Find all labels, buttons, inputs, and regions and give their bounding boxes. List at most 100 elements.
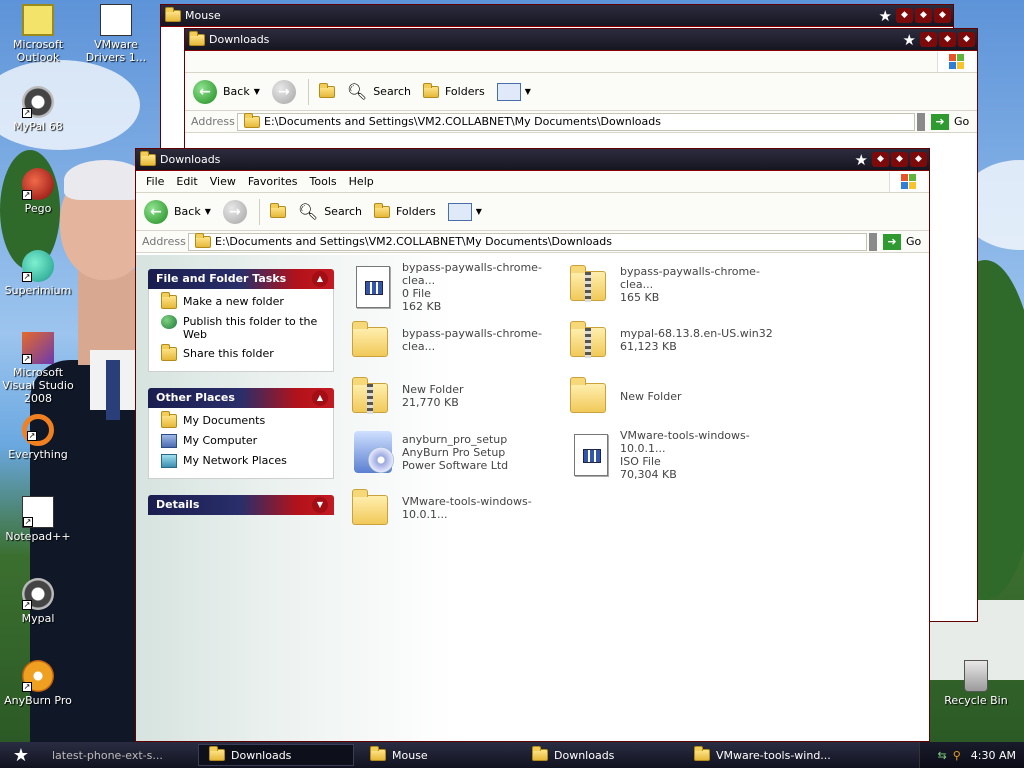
close-button[interactable]: ◆ bbox=[910, 152, 927, 167]
desktop-icon-visual-studio[interactable]: ↗ Microsoft Visual Studio 2008 bbox=[0, 332, 76, 405]
minimize-button[interactable]: ◆ bbox=[872, 152, 889, 167]
divider bbox=[258, 198, 260, 225]
task-share-folder[interactable]: Share this folder bbox=[161, 344, 325, 361]
folder-icon bbox=[140, 150, 156, 166]
star-icon: ★ bbox=[12, 744, 30, 766]
maximize-button[interactable]: ◆ bbox=[915, 8, 932, 23]
task-publish-folder[interactable]: Publish this folder to the Web bbox=[161, 315, 325, 341]
menu-edit[interactable]: Edit bbox=[170, 175, 203, 188]
search-tray-icon[interactable]: ⚲ bbox=[953, 749, 961, 762]
window-downloads[interactable]: Downloads ★ ◆ ◆ ◆ File Edit View Favorit… bbox=[135, 148, 930, 742]
desktop-icon-vmware-drivers[interactable]: VMware Drivers 1... bbox=[78, 4, 154, 64]
other-places-header[interactable]: Other Places ▲ bbox=[148, 388, 334, 408]
minimize-button[interactable]: ◆ bbox=[896, 8, 913, 23]
up-button[interactable] bbox=[269, 202, 286, 218]
desktop-icon-pego[interactable]: ↗ Pego bbox=[0, 168, 76, 215]
desktop-icon-mypal68[interactable]: ↗ MyPal 68 bbox=[0, 86, 76, 133]
maximize-button[interactable]: ◆ bbox=[939, 32, 956, 47]
file-folder-tasks-panel: Make a new folder Publish this folder to… bbox=[148, 289, 334, 372]
taskbar: ★ latest-phone-ext-s... Downloads Mouse … bbox=[0, 742, 1024, 768]
minimize-button[interactable]: ◆ bbox=[920, 32, 937, 47]
place-my-network-places[interactable]: My Network Places bbox=[161, 454, 325, 468]
search-label: Search bbox=[324, 205, 362, 218]
close-button[interactable]: ◆ bbox=[934, 8, 951, 23]
address-dropdown[interactable] bbox=[917, 112, 925, 131]
back-button[interactable]: ← Back ▼ bbox=[144, 199, 211, 224]
task-make-new-folder[interactable]: Make a new folder bbox=[161, 292, 325, 309]
place-my-computer[interactable]: My Computer bbox=[161, 434, 325, 448]
file-name: mypal-68.13.8.en-US.win32 bbox=[620, 327, 773, 340]
details-header[interactable]: Details ▼ bbox=[148, 495, 334, 515]
folder-icon bbox=[532, 746, 548, 761]
place-label: My Computer bbox=[183, 434, 258, 447]
desktop-icon-label: Recycle Bin bbox=[944, 694, 1008, 707]
taskbar-button-downloads-active[interactable]: Downloads bbox=[198, 744, 354, 766]
title-bar[interactable]: Mouse ★ ◆ ◆ ◆ bbox=[161, 5, 953, 27]
desktop-icon-anyburn[interactable]: ↗ AnyBurn Pro bbox=[0, 660, 76, 707]
file-item[interactable]: mypal-68.13.8.en-US.win32 61,123 KB bbox=[568, 317, 782, 363]
go-button[interactable]: ➜ Go bbox=[925, 113, 977, 130]
file-item[interactable]: New Folder bbox=[568, 373, 782, 419]
folder-icon bbox=[694, 746, 710, 761]
address-bar: Address E:\Documents and Settings\VM2.CO… bbox=[185, 111, 977, 133]
title-bar[interactable]: Downloads ★ ◆ ◆ ◆ bbox=[185, 29, 977, 51]
zip-folder-icon bbox=[568, 261, 614, 307]
place-my-documents[interactable]: My Documents bbox=[161, 411, 325, 428]
taskbar-button-vmware-tools[interactable]: VMware-tools-wind... bbox=[684, 744, 844, 766]
desktop-icon-superimium[interactable]: ↗ Superimium bbox=[0, 250, 76, 297]
address-value: E:\Documents and Settings\VM2.COLLABNET\… bbox=[215, 235, 612, 248]
network-icon[interactable]: ⇆ bbox=[938, 749, 947, 762]
clock[interactable]: 4:30 AM bbox=[971, 749, 1016, 762]
file-item[interactable]: anyburn_pro_setup AnyBurn Pro Setup Power … bbox=[350, 429, 564, 475]
back-button[interactable]: ← Back ▼ bbox=[193, 79, 260, 104]
views-button[interactable]: ▼ bbox=[496, 82, 531, 101]
menu-tools[interactable]: Tools bbox=[304, 175, 343, 188]
start-button[interactable]: ★ bbox=[0, 742, 42, 768]
views-button[interactable]: ▼ bbox=[447, 202, 482, 221]
menu-favorites[interactable]: Favorites bbox=[242, 175, 304, 188]
go-button[interactable]: ➜ Go bbox=[877, 233, 929, 250]
search-button[interactable]: 🔍︎ Search bbox=[298, 202, 362, 221]
folders-button[interactable]: Folders bbox=[422, 82, 485, 98]
forward-button[interactable]: → bbox=[222, 199, 247, 224]
address-input[interactable]: E:\Documents and Settings\VM2.COLLABNET\… bbox=[237, 112, 915, 131]
file-view: bypass-paywalls-chrome-clea... 0 File 162 … bbox=[350, 255, 929, 741]
file-item[interactable]: VMware-tools-windows-10.0.1... bbox=[350, 485, 564, 531]
up-button[interactable] bbox=[318, 82, 335, 98]
folders-icon bbox=[422, 82, 439, 98]
maximize-button[interactable]: ◆ bbox=[891, 152, 908, 167]
desktop-icon-notepadpp[interactable]: ↗ Notepad++ bbox=[0, 496, 76, 543]
desktop-icon-mypal[interactable]: ↗ Mypal bbox=[0, 578, 76, 625]
taskbar-button-browser[interactable]: latest-phone-ext-s... bbox=[42, 744, 192, 766]
address-bar: Address E:\Documents and Settings\VM2.CO… bbox=[136, 231, 929, 253]
close-button[interactable]: ◆ bbox=[958, 32, 975, 47]
desktop-icon-recycle-bin[interactable]: Recycle Bin bbox=[938, 660, 1014, 707]
desktop-icon-everything[interactable]: ↗ Everything bbox=[0, 414, 76, 461]
file-item[interactable]: bypass-paywalls-chrome-clea... bbox=[350, 317, 564, 363]
expand-chevron-icon[interactable]: ▼ bbox=[312, 497, 328, 513]
menu-view[interactable]: View bbox=[204, 175, 242, 188]
taskbar-button-downloads[interactable]: Downloads bbox=[522, 744, 678, 766]
address-dropdown[interactable] bbox=[869, 232, 877, 251]
my-computer-icon bbox=[161, 434, 177, 448]
desktop-icon-outlook[interactable]: Microsoft Outlook bbox=[0, 4, 76, 64]
taskbar-button-mouse[interactable]: Mouse bbox=[360, 744, 516, 766]
folder-icon bbox=[350, 485, 396, 531]
file-size: 61,123 KB bbox=[620, 340, 677, 353]
search-button[interactable]: 🔍︎ Search bbox=[347, 82, 411, 101]
file-item[interactable]: bypass-paywalls-chrome-clea... 0 File 162 … bbox=[350, 261, 564, 313]
title-bar[interactable]: Downloads ★ ◆ ◆ ◆ bbox=[136, 149, 929, 171]
folders-button[interactable]: Folders bbox=[373, 202, 436, 218]
collapse-chevron-icon[interactable]: ▲ bbox=[312, 390, 328, 406]
forward-button[interactable]: → bbox=[271, 79, 296, 104]
menu-help[interactable]: Help bbox=[343, 175, 380, 188]
file-size: 21,770 KB bbox=[402, 396, 459, 409]
file-folder-tasks-header[interactable]: File and Folder Tasks ▲ bbox=[148, 269, 334, 289]
file-item[interactable]: bypass-paywalls-chrome-clea... 165 KB bbox=[568, 261, 782, 307]
collapse-chevron-icon[interactable]: ▲ bbox=[312, 271, 328, 287]
address-input[interactable]: E:\Documents and Settings\VM2.COLLABNET\… bbox=[188, 232, 867, 251]
star-icon: ★ bbox=[854, 150, 868, 169]
menu-file[interactable]: File bbox=[140, 175, 170, 188]
file-item[interactable]: New Folder 21,770 KB bbox=[350, 373, 564, 419]
file-item[interactable]: VMware-tools-windows-10.0.1... ISO File 70… bbox=[568, 429, 782, 481]
